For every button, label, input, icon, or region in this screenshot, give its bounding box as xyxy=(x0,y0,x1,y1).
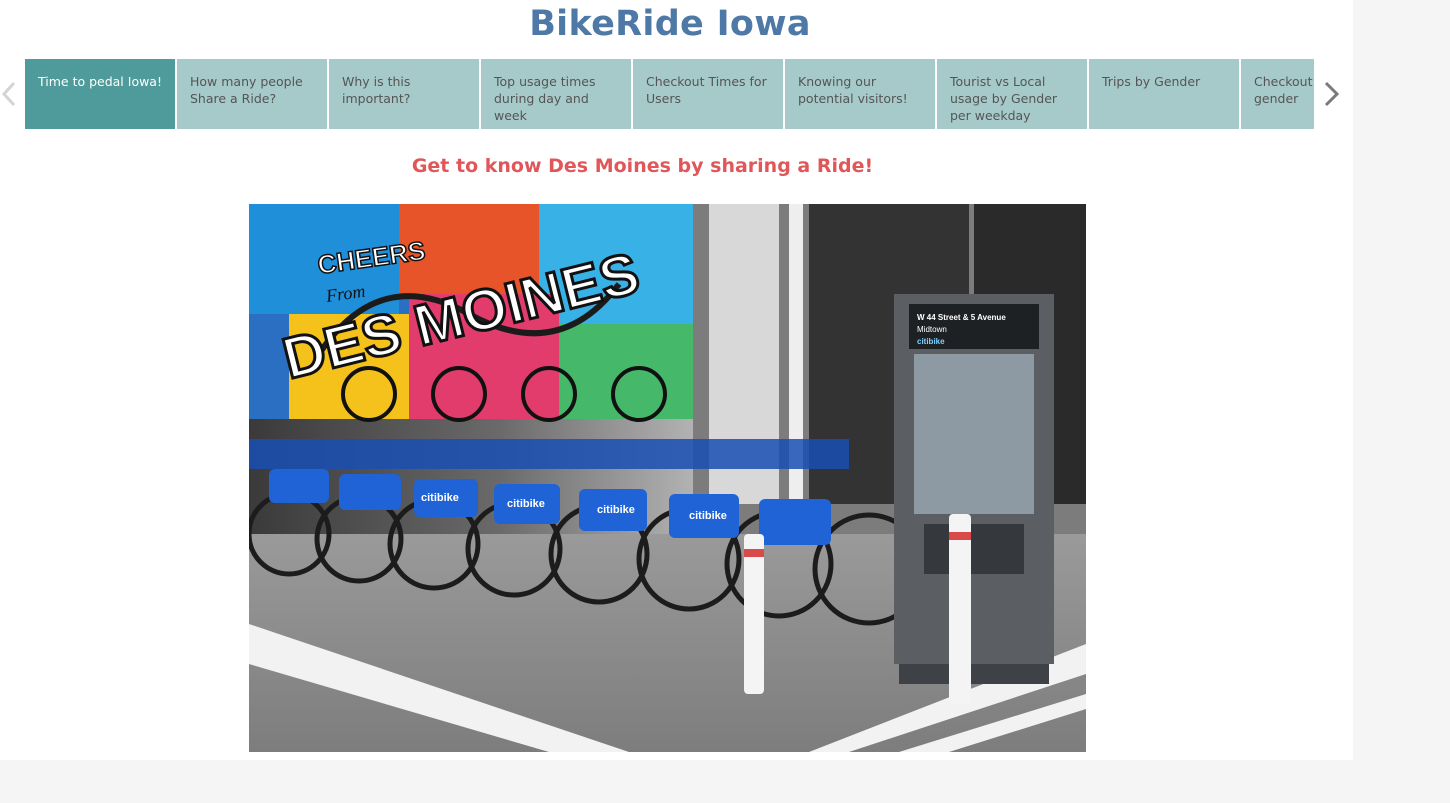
story-point-tab[interactable]: Checkout times by gender xyxy=(1241,59,1314,129)
chevron-right-icon xyxy=(1324,81,1340,107)
story-point-tab[interactable]: Tourist vs Local usage by Gender per wee… xyxy=(937,59,1087,129)
svg-text:citibike: citibike xyxy=(507,498,545,510)
story-point-tab[interactable]: Why is this important? xyxy=(329,59,479,129)
right-gutter xyxy=(1353,0,1450,803)
mural-graphic: CHEERS From DES MOINES xyxy=(249,204,693,422)
svg-text:citibike: citibike xyxy=(917,337,945,346)
svg-text:citibike: citibike xyxy=(689,510,727,522)
svg-text:citibike: citibike xyxy=(421,492,459,504)
previous-point-button[interactable] xyxy=(0,74,24,114)
svg-text:Midtown: Midtown xyxy=(917,325,947,334)
story-canvas: BikeRide Iowa Time to pedal Iowa! How man… xyxy=(0,0,1353,760)
story-points-bar: Time to pedal Iowa! How many people Share… xyxy=(25,59,1314,129)
svg-text:citibike: citibike xyxy=(597,504,635,516)
svg-text:W 44 Street & 5 Avenue: W 44 Street & 5 Avenue xyxy=(917,313,1006,322)
story-title: BikeRide Iowa xyxy=(529,4,811,44)
story-point-tab[interactable]: Checkout Times for Users xyxy=(633,59,783,129)
next-point-button[interactable] xyxy=(1320,74,1344,114)
story-subtitle: Get to know Des Moines by sharing a Ride… xyxy=(411,155,874,177)
story-point-tab[interactable]: Top usage times during day and week xyxy=(481,59,631,129)
chevron-left-icon xyxy=(1,81,16,107)
bike-share-photo: CHEERS From DES MOINES citibike citibike… xyxy=(249,204,1086,752)
story-point-tab-active[interactable]: Time to pedal Iowa! xyxy=(25,59,175,129)
kiosk-graphic: W 44 Street & 5 Avenue Midtown citibike xyxy=(894,294,1054,684)
story-point-tab[interactable]: How many people Share a Ride? xyxy=(177,59,327,129)
story-point-tab[interactable]: Knowing our potential visitors! xyxy=(785,59,935,129)
story-point-tab[interactable]: Trips by Gender xyxy=(1089,59,1239,129)
